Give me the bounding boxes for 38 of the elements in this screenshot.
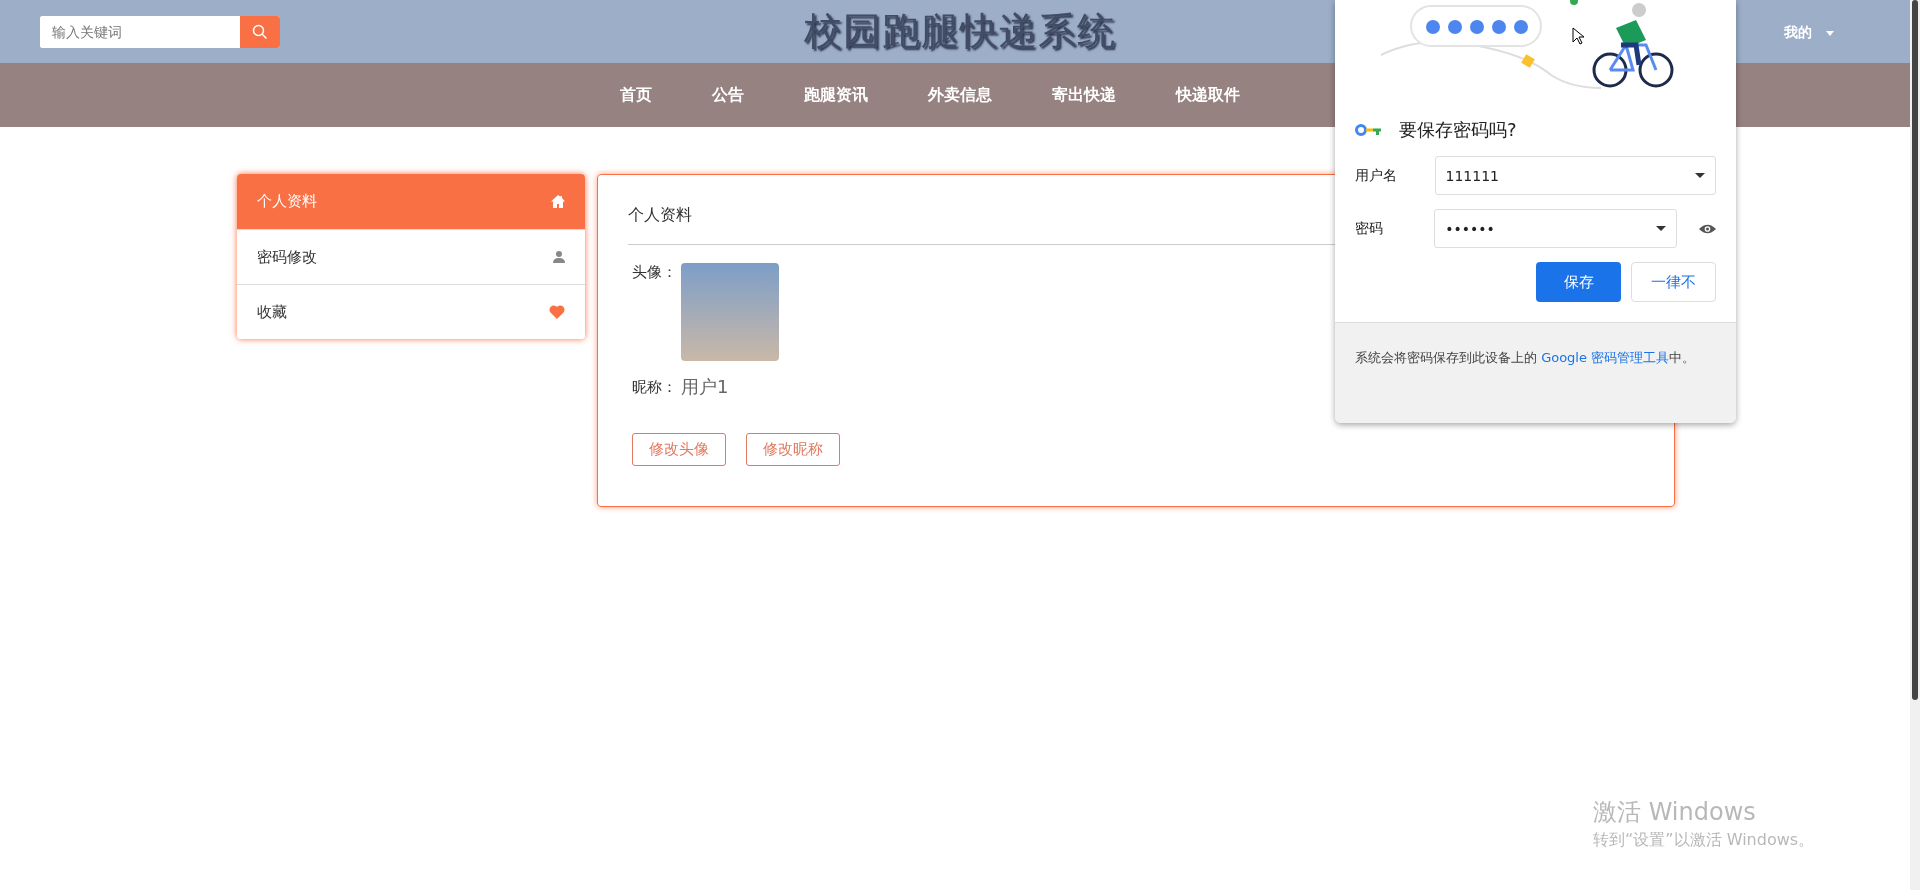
heart-icon	[549, 305, 565, 319]
footer-note: 系统会将密码保存到此设备上的 Google 密码管理工具中。	[1355, 349, 1697, 367]
caret-icon	[1695, 173, 1705, 178]
caret-icon	[1826, 30, 1834, 36]
sidebar-item[interactable]: 收藏	[237, 284, 585, 339]
home-icon	[551, 195, 565, 208]
password-label: 密码	[1355, 219, 1384, 238]
caret-icon	[1656, 226, 1666, 231]
user-menu[interactable]: 我的	[1784, 24, 1834, 42]
edit-button[interactable]: 修改昵称	[746, 433, 840, 466]
nickname-value: 用户1	[681, 375, 729, 399]
person-icon	[553, 251, 565, 263]
nav-link[interactable]: 跑腿资讯	[774, 84, 898, 106]
nav-link[interactable]: 公告	[682, 84, 774, 106]
search-field[interactable]: 输入关键词	[40, 15, 280, 48]
site-title: 校园跑腿快递系统	[804, 8, 1116, 55]
scrollbar[interactable]	[1910, 0, 1920, 890]
dialog-title: 要保存密码吗?	[1399, 118, 1517, 142]
eye-icon[interactable]	[1699, 222, 1716, 235]
nav-link[interactable]: 首页	[590, 84, 682, 106]
password-manager-link[interactable]: Google 密码管理工具	[1541, 350, 1670, 365]
key-icon	[1355, 124, 1383, 136]
avatar-label: 头像：	[632, 263, 677, 283]
sidebar-item[interactable]: 个人资料	[237, 174, 585, 229]
nav-link[interactable]: 外卖信息	[898, 84, 1022, 106]
nav-link[interactable]: 快递取件	[1146, 84, 1270, 106]
username-field[interactable]: 111111	[1434, 156, 1716, 195]
edit-button[interactable]: 修改头像	[632, 433, 726, 466]
nav-link[interactable]: 寄出快递	[1022, 84, 1146, 106]
nickname-label: 昵称：	[632, 377, 677, 397]
activation-title: 激活 Windows	[1593, 797, 1757, 828]
cursor-icon	[1572, 27, 1584, 45]
password-field[interactable]: ••••••	[1434, 209, 1677, 248]
never-button[interactable]: 一律不	[1631, 262, 1716, 302]
activation-hint: 转到“设置”以激活 Windows。	[1593, 830, 1815, 851]
sidebar-item[interactable]: 密码修改	[237, 229, 585, 284]
search-icon	[252, 23, 268, 40]
save-button[interactable]: 保存	[1536, 262, 1621, 302]
